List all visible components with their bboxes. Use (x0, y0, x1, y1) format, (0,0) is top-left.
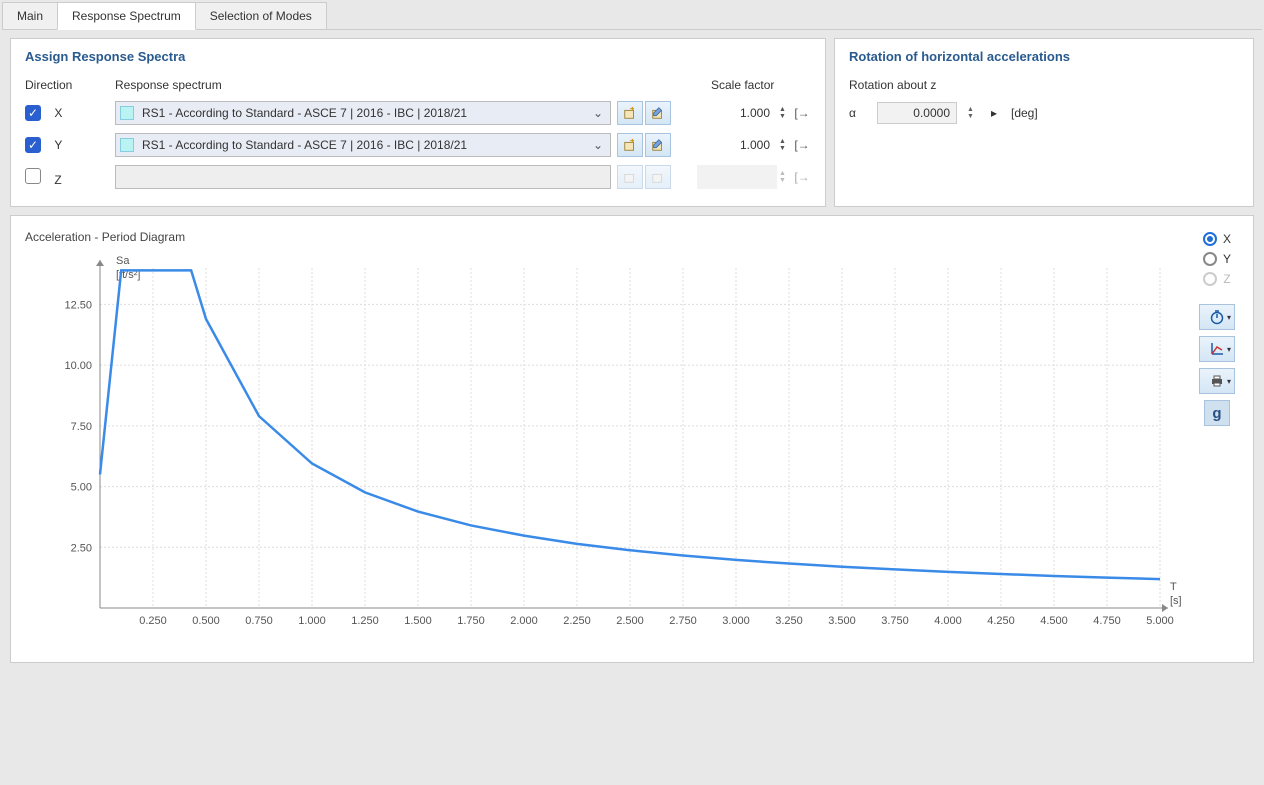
direction-y-label: Y (54, 138, 62, 152)
direction-z-label: Z (54, 173, 61, 187)
svg-text:4.500: 4.500 (1040, 615, 1068, 627)
svg-text:7.50: 7.50 (71, 421, 92, 433)
chart-title: Acceleration - Period Diagram (25, 230, 1195, 244)
svg-text:3.250: 3.250 (775, 615, 803, 627)
rotation-unit: [deg] (1011, 106, 1038, 120)
print-button[interactable]: ▾ (1199, 368, 1235, 394)
scale-x-stepper[interactable]: ▲▼ (779, 106, 793, 120)
chart-side-controls: X Y Z ▾ ▾ ▾ g (1195, 230, 1239, 648)
tab-main[interactable]: Main (2, 2, 58, 29)
scale-y-field[interactable]: 1.000 (697, 133, 777, 157)
svg-text:1.750: 1.750 (457, 615, 485, 627)
chevron-down-icon: ⌄ (590, 138, 606, 152)
svg-text:0.250: 0.250 (139, 615, 167, 627)
chart-panel: Acceleration - Period Diagram 2.50 5.00 7.… (10, 215, 1254, 663)
direction-x-checkbox[interactable]: ✓ (25, 105, 41, 121)
rotation-input[interactable]: 0.0000 (877, 102, 957, 124)
svg-text:3.750: 3.750 (881, 615, 909, 627)
new-spectrum-button[interactable] (617, 133, 643, 157)
svg-text:5.000: 5.000 (1146, 615, 1174, 627)
rotation-panel: Rotation of horizontal accelerations Rot… (834, 38, 1254, 207)
spectra-row-x: ✓ X RS1 - According to Standard - ASCE 7… (25, 100, 811, 126)
col-header-scale: Scale factor (691, 78, 811, 92)
assign-response-spectra-panel: Assign Response Spectra Direction Respon… (10, 38, 826, 207)
spectra-row-z: Z ▲▼ [→ (25, 164, 811, 190)
svg-text:1.000: 1.000 (298, 615, 326, 627)
svg-text:10.00: 10.00 (64, 360, 92, 372)
new-spectrum-button[interactable] (617, 101, 643, 125)
svg-text:1.250: 1.250 (351, 615, 379, 627)
new-spectrum-button[interactable] (617, 165, 643, 189)
svg-text:2.50: 2.50 (71, 542, 92, 554)
svg-text:3.000: 3.000 (722, 615, 750, 627)
svg-text:[s]: [s] (1170, 595, 1182, 607)
svg-text:2.500: 2.500 (616, 615, 644, 627)
col-header-direction: Direction (25, 78, 115, 92)
spectrum-y-select[interactable]: RS1 - According to Standard - ASCE 7 | 2… (115, 133, 611, 157)
svg-text:4.000: 4.000 (934, 615, 962, 627)
tab-response-spectrum[interactable]: Response Spectrum (57, 2, 196, 30)
panel-title: Rotation of horizontal accelerations (849, 49, 1239, 64)
svg-text:2.750: 2.750 (669, 615, 697, 627)
direction-y-checkbox[interactable]: ✓ (25, 137, 41, 153)
svg-text:T: T (1170, 581, 1177, 593)
scale-z-stepper: ▲▼ (779, 170, 793, 184)
radio-icon (1203, 272, 1217, 286)
svg-text:4.250: 4.250 (987, 615, 1015, 627)
alpha-symbol: α (849, 106, 867, 120)
radio-icon (1203, 252, 1217, 266)
svg-text:2.250: 2.250 (563, 615, 591, 627)
spectrum-swatch-icon (120, 106, 134, 120)
spectrum-x-select[interactable]: RS1 - According to Standard - ASCE 7 | 2… (115, 101, 611, 125)
chevron-down-icon: ⌄ (590, 106, 606, 120)
timer-button[interactable]: ▾ (1199, 304, 1235, 330)
spectrum-y-value: RS1 - According to Standard - ASCE 7 | 2… (142, 138, 590, 152)
panel-title: Assign Response Spectra (25, 49, 811, 64)
tab-selection-of-modes[interactable]: Selection of Modes (195, 2, 327, 29)
radio-z: Z (1203, 272, 1230, 286)
play-icon[interactable]: ▸ (991, 106, 1001, 120)
direction-x-label: X (54, 106, 62, 120)
svg-text:12.50: 12.50 (64, 299, 92, 311)
svg-text:4.750: 4.750 (1093, 615, 1121, 627)
svg-text:1.500: 1.500 (404, 615, 432, 627)
radio-y[interactable]: Y (1203, 252, 1231, 266)
svg-text:2.000: 2.000 (510, 615, 538, 627)
rotation-stepper[interactable]: ▲▼ (967, 106, 981, 120)
svg-text:Sa: Sa (116, 255, 130, 267)
rotation-label: Rotation about z (849, 78, 1239, 92)
scale-x-field[interactable]: 1.000 (697, 101, 777, 125)
spectrum-swatch-icon (120, 138, 134, 152)
transfer-y-button[interactable]: [→ (793, 138, 811, 152)
acceleration-period-chart: 2.50 5.00 7.50 10.00 12.50 0.250 0.500 0.750 1.0… (25, 248, 1195, 648)
spectra-row-y: ✓ Y RS1 - According to Standard - ASCE 7… (25, 132, 811, 158)
radio-icon (1203, 232, 1217, 246)
svg-text:5.00: 5.00 (71, 482, 92, 494)
scale-z-field (697, 165, 777, 189)
direction-z-checkbox[interactable] (25, 168, 41, 184)
edit-spectrum-button[interactable] (645, 165, 671, 189)
spectrum-z-select[interactable] (115, 165, 611, 189)
svg-text:3.500: 3.500 (828, 615, 856, 627)
scale-y-stepper[interactable]: ▲▼ (779, 138, 793, 152)
spectrum-x-value: RS1 - According to Standard - ASCE 7 | 2… (142, 106, 590, 120)
edit-spectrum-button[interactable] (645, 101, 671, 125)
g-button[interactable]: g (1204, 400, 1230, 426)
tab-bar: Main Response Spectrum Selection of Mode… (2, 2, 1262, 30)
axes-button[interactable]: ▾ (1199, 336, 1235, 362)
radio-x[interactable]: X (1203, 232, 1231, 246)
svg-text:0.500: 0.500 (192, 615, 220, 627)
transfer-x-button[interactable]: [→ (793, 106, 811, 120)
transfer-z-button: [→ (793, 170, 811, 184)
svg-text:0.750: 0.750 (245, 615, 273, 627)
edit-spectrum-button[interactable] (645, 133, 671, 157)
col-header-spectrum: Response spectrum (115, 78, 627, 92)
